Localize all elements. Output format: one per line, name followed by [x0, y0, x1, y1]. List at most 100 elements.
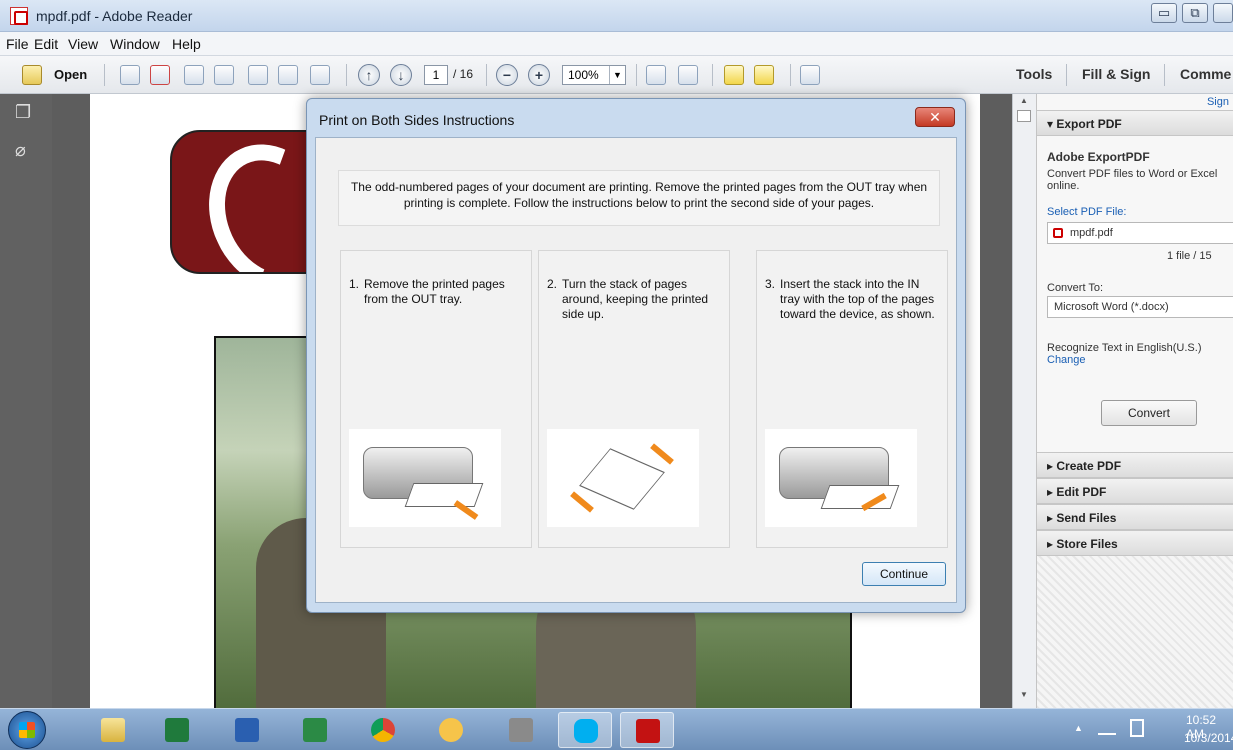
taskbar: ▲ 10:52 AM 10/3/2014: [0, 708, 1233, 750]
menu-edit[interactable]: Edit: [34, 36, 58, 52]
create-pdf-section[interactable]: ▸ Create PDF: [1037, 452, 1233, 478]
sign-in-link[interactable]: Sign: [1207, 96, 1229, 108]
convert-format-select[interactable]: Microsoft Word (*.docx): [1047, 296, 1233, 318]
toolbar-separator: [1164, 64, 1165, 86]
menu-window[interactable]: Window: [110, 36, 160, 52]
split-handle-icon[interactable]: [1017, 110, 1031, 122]
step-number: 3.: [765, 277, 776, 291]
restore-button[interactable]: ⧉: [1182, 3, 1208, 23]
folder-open-icon[interactable]: [22, 65, 42, 85]
toolbar-separator: [712, 64, 713, 86]
rotate-arrow-icon: [570, 491, 594, 513]
chrome-icon: [371, 718, 395, 742]
export-pdf-header[interactable]: ▾ Export PDF: [1037, 110, 1233, 136]
open-button[interactable]: Open: [54, 67, 87, 82]
attachment-icon[interactable]: ⌀: [15, 140, 35, 160]
taskbar-chrome[interactable]: [356, 712, 410, 748]
taskbar-excel[interactable]: [150, 712, 204, 748]
toolbar-separator: [790, 64, 791, 86]
scroll-down-icon[interactable]: ▼: [1017, 690, 1031, 702]
insert-stack-illustration: [765, 429, 917, 527]
store-files-section[interactable]: ▸ Store Files: [1037, 530, 1233, 556]
step-text: Insert the stack into the IN tray with t…: [780, 277, 935, 321]
taskbar-skype[interactable]: [558, 712, 612, 748]
menu-help[interactable]: Help: [172, 36, 201, 52]
fill-sign-tab[interactable]: Fill & Sign: [1082, 66, 1150, 82]
change-language-link[interactable]: Change: [1047, 354, 1086, 366]
tools-panel: Sign ▾ Export PDF Adobe ExportPDF Conver…: [1036, 94, 1233, 708]
next-page-button[interactable]: ↓: [390, 64, 412, 86]
menu-file[interactable]: File: [6, 36, 29, 52]
archive-icon: [509, 718, 533, 742]
toolbar-separator: [486, 64, 487, 86]
edit-icon[interactable]: [184, 65, 204, 85]
excel-icon: [303, 718, 327, 742]
zoom-value: 100%: [568, 68, 599, 82]
vertical-scrollbar[interactable]: ▲ ▼: [1012, 94, 1036, 708]
zoom-select[interactable]: 100% ▼: [562, 65, 626, 85]
toolbar-separator: [1066, 64, 1067, 86]
export-pdf-icon[interactable]: [150, 65, 170, 85]
minimize-button[interactable]: ▭: [1151, 3, 1177, 23]
pages-icon[interactable]: ❐: [15, 102, 35, 122]
edit-pdf-section[interactable]: ▸ Edit PDF: [1037, 478, 1233, 504]
toolbar-separator: [104, 64, 105, 86]
rotate-arrow-icon: [650, 443, 674, 465]
taskbar-archive[interactable]: [494, 712, 548, 748]
export-description: Convert PDF files to Word or Excel onlin…: [1047, 168, 1218, 192]
expand-icon[interactable]: [800, 65, 820, 85]
chevron-down-icon[interactable]: ▼: [609, 66, 625, 84]
scroll-up-icon[interactable]: ▲: [1017, 96, 1031, 108]
step-number: 2.: [547, 277, 558, 291]
zoom-in-button[interactable]: +: [528, 64, 550, 86]
select-file-label: Select PDF File:: [1047, 206, 1127, 218]
network-icon[interactable]: [1098, 721, 1116, 735]
skype-icon: [574, 719, 598, 743]
clock-date[interactable]: 10/3/2014: [1184, 731, 1233, 745]
pdf-file-icon: [1053, 228, 1063, 238]
close-window-button[interactable]: [1213, 3, 1233, 23]
previous-page-button[interactable]: ↑: [358, 64, 380, 86]
file-count: 1 file / 15: [1167, 250, 1212, 262]
create-pdf-icon[interactable]: [120, 65, 140, 85]
page-number-input[interactable]: 1: [424, 65, 448, 85]
taskbar-excel-2[interactable]: [288, 712, 342, 748]
flag-icon[interactable]: [1130, 719, 1144, 737]
save-icon[interactable]: [248, 65, 268, 85]
upload-cloud-icon[interactable]: [214, 65, 234, 85]
taskbar-explorer[interactable]: [86, 712, 140, 748]
taskbar-outlook[interactable]: [424, 712, 478, 748]
tray-expand-icon[interactable]: ▲: [1074, 723, 1083, 733]
paper-stack-icon: [404, 483, 484, 507]
continue-button[interactable]: Continue: [862, 562, 946, 586]
taskbar-word[interactable]: [220, 712, 274, 748]
window-title: mpdf.pdf - Adobe Reader: [36, 8, 193, 24]
fit-page-icon[interactable]: [646, 65, 666, 85]
turn-stack-illustration: [547, 429, 699, 527]
fit-width-icon[interactable]: [678, 65, 698, 85]
menu-view[interactable]: View: [68, 36, 98, 52]
instruction-message: The odd-numbered pages of your document …: [338, 170, 940, 226]
send-files-section[interactable]: ▸ Send Files: [1037, 504, 1233, 530]
print-icon[interactable]: [278, 65, 298, 85]
comment-tab[interactable]: Comme: [1180, 66, 1231, 82]
dialog-content: The odd-numbered pages of your document …: [315, 137, 957, 603]
step-panel-2: 2. Turn the stack of pages around, keepi…: [538, 250, 730, 548]
remove-pages-illustration: [349, 429, 501, 527]
start-button[interactable]: [8, 711, 46, 749]
zoom-out-button[interactable]: −: [496, 64, 518, 86]
highlight-icon[interactable]: [754, 65, 774, 85]
tools-tab[interactable]: Tools: [1016, 66, 1052, 82]
convert-to-label: Convert To:: [1047, 282, 1104, 294]
step-panel-3: 3. Insert the stack into the IN tray wit…: [756, 250, 948, 548]
dialog-close-button[interactable]: ✕: [915, 107, 955, 127]
email-icon[interactable]: [310, 65, 330, 85]
selected-file-field[interactable]: mpdf.pdf: [1047, 222, 1233, 244]
convert-button[interactable]: Convert: [1101, 400, 1197, 426]
panel-empty-area: [1037, 556, 1233, 708]
taskbar-adobe-reader[interactable]: [620, 712, 674, 748]
step-text: Remove the printed pages from the OUT tr…: [364, 277, 505, 306]
step-panel-1: 1. Remove the printed pages from the OUT…: [340, 250, 532, 548]
step-number: 1.: [349, 277, 360, 291]
comment-icon[interactable]: [724, 65, 744, 85]
